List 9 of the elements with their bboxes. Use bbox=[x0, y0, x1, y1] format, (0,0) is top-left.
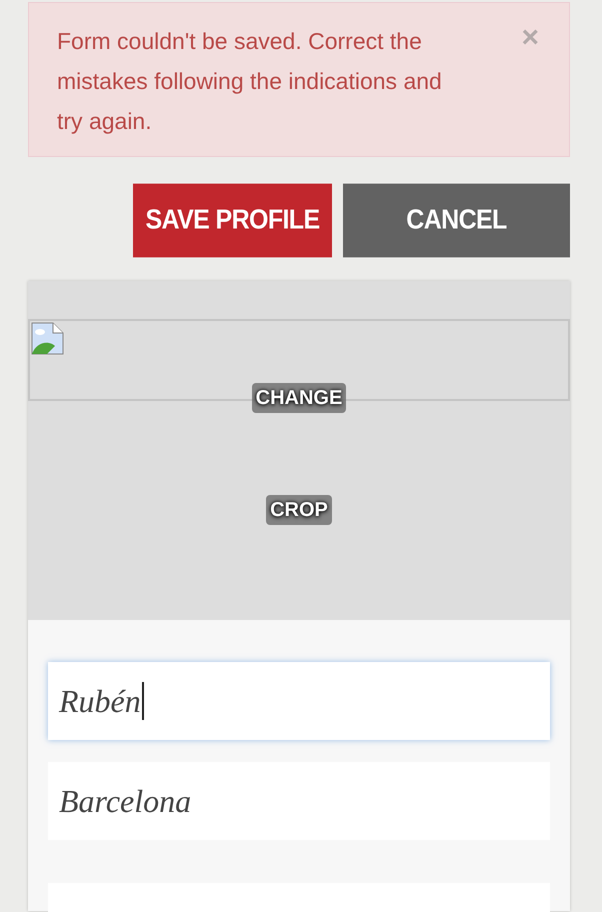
text-field[interactable]: Rubén bbox=[48, 662, 550, 740]
broken-image-icon bbox=[31, 322, 64, 355]
save-button[interactable]: SAVE PROFILE bbox=[133, 184, 332, 258]
cancel-button[interactable]: CANCEL bbox=[343, 184, 570, 258]
text-field[interactable]: Barcelona bbox=[48, 762, 550, 840]
photo-action-button[interactable]: CROP bbox=[266, 495, 332, 525]
photo-action-button[interactable]: CHANGE bbox=[252, 383, 346, 413]
error-message: Form couldn't be saved. Correct the mistakes following the indications and try again. bbox=[57, 27, 443, 136]
text-cursor bbox=[142, 682, 144, 720]
